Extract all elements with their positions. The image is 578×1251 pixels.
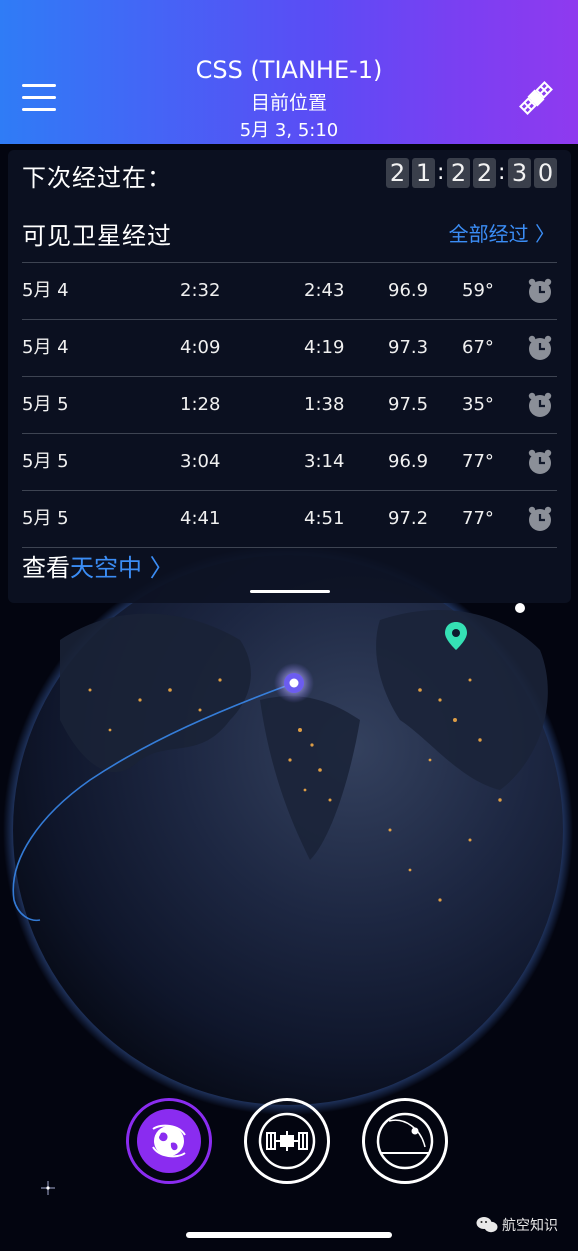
countdown-digit: 2 [386,158,409,188]
panel-drag-handle[interactable] [250,590,330,593]
pass-date: 5月 5 [22,394,69,415]
view-in-sky-link[interactable]: 查看天空中 〉 [22,548,174,583]
pass-start-time: 3:04 [180,451,221,472]
pass-value: 97.2 [388,508,429,529]
pass-start-time: 4:09 [180,337,221,358]
table-row[interactable]: 5月 5 3:04 3:14 96.9 77° [22,433,557,490]
alarm-clock-icon[interactable] [526,334,554,362]
alarm-clock-icon[interactable] [526,277,554,305]
countdown-digit: 1 [412,158,435,188]
pass-date: 5月 5 [22,508,69,529]
all-passes-link[interactable]: 全部经过 〉 [449,218,555,247]
watermark-text: 航空知识 [502,1218,558,1234]
sky-view-icon [376,1112,434,1170]
alarm-clock-icon[interactable] [526,391,554,419]
app-header: CSS (TIANHE-1) 目前位置 5月 3, 5:10 [0,0,578,144]
view-label: 查看 [22,554,70,582]
pass-date: 5月 4 [22,337,69,358]
countdown-separator: : [498,160,506,185]
pass-value: 97.3 [388,337,429,358]
pass-start-time: 2:32 [180,280,221,301]
home-indicator[interactable] [186,1232,392,1238]
pass-end-time: 4:51 [304,508,345,529]
pass-end-time: 2:43 [304,280,345,301]
pass-end-time: 3:14 [304,451,345,472]
watermark: 航空知识 [476,1215,558,1235]
pass-end-time: 1:38 [304,394,345,415]
pass-value: 96.9 [388,451,429,472]
alarm-clock-icon[interactable] [526,448,554,476]
countdown-separator: : [437,160,445,185]
pass-elevation: 67° [462,337,494,358]
iss-icon [258,1112,316,1170]
pass-date: 5月 4 [22,280,69,301]
alarm-clock-icon[interactable] [526,505,554,533]
table-row[interactable]: 5月 5 1:28 1:38 97.5 35° [22,376,557,433]
satellite-icon [519,81,553,115]
hamburger-icon [22,84,56,87]
sky-view-button[interactable] [362,1098,448,1184]
pass-value: 96.9 [388,280,429,301]
pass-elevation: 35° [462,394,494,415]
page-title: CSS (TIANHE-1) [195,56,383,84]
pass-panel: 下次经过在： 2 1 : 2 2 : 3 0 可见卫星经过 全部经过 〉 5月 … [8,150,571,603]
current-timestamp: 5月 3, 5:10 [239,120,339,141]
in-sky-link-text: 天空中 〉 [70,554,174,582]
pass-elevation: 77° [462,508,494,529]
pass-table: 5月 4 2:32 2:43 96.9 59° 5月 4 4:09 4:19 9… [22,262,557,548]
countdown-digit: 0 [534,158,557,188]
countdown-timer: 2 1 : 2 2 : 3 0 [383,158,557,188]
pass-elevation: 59° [462,280,494,301]
pass-start-time: 4:41 [180,508,221,529]
pass-date: 5月 5 [22,451,69,472]
table-row[interactable]: 5月 4 2:32 2:43 96.9 59° [22,262,557,319]
table-row[interactable]: 5月 5 4:41 4:51 97.2 77° [22,490,557,548]
countdown-digit: 2 [447,158,470,188]
countdown-digit: 2 [473,158,496,188]
globe-view-button[interactable] [126,1098,212,1184]
satellite-button[interactable] [516,78,556,118]
countdown-digit: 3 [508,158,531,188]
table-row[interactable]: 5月 4 4:09 4:19 97.3 67° [22,319,557,376]
iss-view-button[interactable] [244,1098,330,1184]
wechat-icon [476,1217,498,1233]
next-pass-label: 下次经过在： [22,164,172,192]
pass-elevation: 77° [462,451,494,472]
page-subtitle: 目前位置 [250,92,327,114]
globe-icon [152,1124,186,1158]
pass-end-time: 4:19 [304,337,345,358]
pass-start-time: 1:28 [180,394,221,415]
visible-passes-label: 可见卫星经过 [22,222,172,250]
pass-value: 97.5 [388,394,429,415]
